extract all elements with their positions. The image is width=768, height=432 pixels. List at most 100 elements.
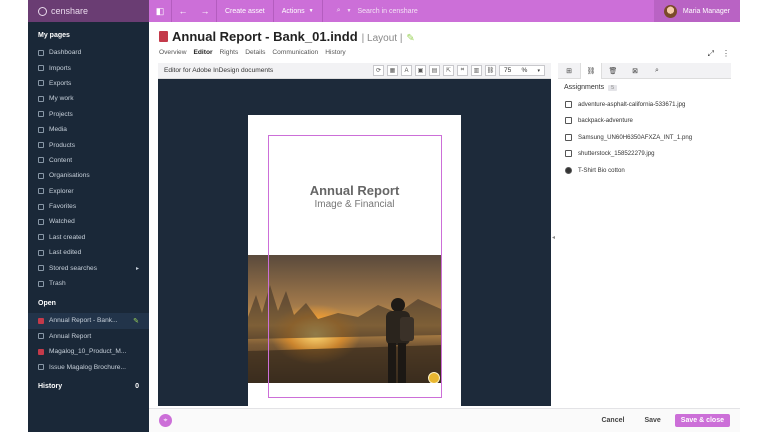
document-header: Annual Report - Bank_01.indd | Layout | … bbox=[159, 29, 415, 44]
edit-pencil-icon[interactable]: ✎ bbox=[406, 33, 414, 44]
more-options-icon[interactable]: ⋮ bbox=[722, 49, 730, 59]
zoom-select[interactable]: 75 % ▾ bbox=[499, 65, 545, 76]
tab-editor[interactable]: Editor bbox=[193, 49, 212, 56]
image-fit-icon[interactable]: ▤ bbox=[429, 65, 440, 76]
sidebar: My pages Dashboard Imports Exports My work P… bbox=[28, 22, 149, 432]
transform-icon[interactable]: ⇱ bbox=[443, 65, 454, 76]
sidebar-item[interactable]: Trash bbox=[28, 276, 149, 291]
sidebar-item-label: Products bbox=[49, 141, 76, 149]
document-tabs: Overview Editor Rights Details Communication… bbox=[159, 49, 346, 56]
media-icon bbox=[38, 126, 44, 133]
image-frame-icon[interactable]: ▣ bbox=[415, 65, 426, 76]
assignment-item[interactable]: adventure-asphalt-california-533671.jpg bbox=[558, 96, 731, 113]
tab-history[interactable]: History bbox=[325, 49, 346, 56]
zoom-value: 75 bbox=[504, 67, 512, 74]
image-placeholder-icon[interactable]: ⊠ bbox=[624, 63, 646, 79]
chevron-down-icon: ▾ bbox=[537, 67, 540, 74]
sidebar-item-label: Dashboard bbox=[49, 49, 82, 57]
refresh-icon[interactable]: ⟳ bbox=[373, 65, 384, 76]
layout-page[interactable]: Annual Report Image & Financial bbox=[248, 115, 461, 418]
grid-icon[interactable]: ▦ bbox=[387, 65, 398, 76]
assignments-heading: Assignments bbox=[564, 84, 605, 91]
actions-label: Actions bbox=[281, 7, 305, 15]
search-field[interactable]: ⌕ ▼ Search in censhare bbox=[323, 0, 613, 22]
footer-actions: Cancel Save Save & close bbox=[595, 414, 740, 427]
indesign-document-icon bbox=[159, 31, 168, 42]
save-and-close-button[interactable]: Save & close bbox=[674, 414, 730, 427]
sidebar-item[interactable]: Explorer bbox=[28, 184, 149, 199]
sidebar-item[interactable]: Products bbox=[28, 137, 149, 152]
search-icon: ⌕ bbox=[336, 7, 341, 14]
sidebar-item[interactable]: Exports bbox=[28, 76, 149, 91]
editor-tools: ⟳ ▦ A ▣ ▤ ⇱ ⌗ ▥ ⛓ 75 % ▾ bbox=[373, 65, 551, 76]
sidebar-item[interactable]: Favorites bbox=[28, 199, 149, 214]
sidebar-item-label: Stored searches bbox=[49, 264, 98, 272]
caret-down-icon: ▼ bbox=[308, 8, 314, 14]
zoom-unit: % bbox=[521, 67, 528, 74]
link-icon[interactable]: ⛓ bbox=[485, 65, 496, 76]
sidebar-item[interactable]: Last edited bbox=[28, 245, 149, 260]
structure-icon[interactable]: ⊞ bbox=[558, 63, 580, 79]
sidebar-item[interactable]: Watched bbox=[28, 214, 149, 229]
sidebar-item[interactable]: Organisations bbox=[28, 168, 149, 183]
sidebar-item[interactable]: Media bbox=[28, 122, 149, 137]
assignment-item[interactable]: shutterstock_158522279.jpg bbox=[558, 146, 731, 163]
sidebar-item[interactable]: Dashboard bbox=[28, 45, 149, 60]
create-asset-button[interactable]: Create asset bbox=[217, 0, 273, 22]
assignment-item[interactable]: T-Shirt Bio cotton bbox=[558, 162, 731, 179]
expand-icon[interactable]: ⤢ bbox=[708, 49, 714, 59]
sidebar-item[interactable]: Stored searches ▸ bbox=[28, 260, 149, 275]
sidebar-item[interactable]: Imports bbox=[28, 60, 149, 75]
document-title: Annual Report - Bank_01.indd bbox=[172, 29, 358, 44]
clock-icon bbox=[38, 249, 44, 256]
pin-icon[interactable]: ⌖ bbox=[159, 414, 172, 427]
search-icon bbox=[38, 265, 44, 272]
search-icon[interactable]: ⌕ bbox=[646, 63, 668, 79]
logo-ring-icon bbox=[38, 6, 47, 16]
open-document-item[interactable]: Magalog_10_Product_M... bbox=[28, 344, 149, 359]
trash-icon[interactable]: 🗑 bbox=[602, 63, 624, 79]
my-pages-heading: My pages bbox=[38, 32, 70, 39]
assignments-link-icon[interactable]: ⛓ bbox=[580, 63, 602, 79]
image-icon bbox=[565, 150, 572, 158]
favorites-icon bbox=[38, 203, 44, 210]
tab-communication[interactable]: Communication bbox=[272, 49, 318, 56]
actions-menu-button[interactable]: Actions ▼ bbox=[274, 0, 322, 22]
explorer-icon bbox=[38, 188, 44, 195]
panel-splitter-handle[interactable]: ◂ bbox=[552, 234, 555, 241]
user-menu[interactable]: Maria Manager bbox=[653, 0, 740, 22]
edit-pencil-icon: ✎ bbox=[133, 317, 139, 325]
open-document-item[interactable]: Annual Report bbox=[28, 329, 149, 344]
sidebar-item[interactable]: Content bbox=[28, 153, 149, 168]
open-heading: Open bbox=[38, 300, 56, 308]
text-frame-outline bbox=[268, 135, 442, 398]
sidebar-nav: Dashboard Imports Exports My work Projects Me… bbox=[28, 45, 149, 291]
sidebar-toggle-icon[interactable]: ◧ bbox=[149, 0, 171, 22]
history-heading: History bbox=[38, 382, 63, 390]
sidebar-item[interactable]: Last created bbox=[28, 230, 149, 245]
sidebar-item-label: Watched bbox=[49, 218, 75, 226]
sidebar-item[interactable]: Projects bbox=[28, 107, 149, 122]
history-row[interactable]: History 0 bbox=[28, 375, 149, 398]
assignment-item[interactable]: Samsung_UN60H6350AFXZA_INT_1.png bbox=[558, 129, 731, 146]
sidebar-item[interactable]: My work bbox=[28, 91, 149, 106]
history-count: 0 bbox=[135, 382, 139, 390]
assignment-item[interactable]: backpack-adventure bbox=[558, 113, 731, 130]
tab-details[interactable]: Details bbox=[245, 49, 265, 56]
text-icon[interactable]: A bbox=[401, 65, 412, 76]
projects-icon bbox=[38, 111, 44, 118]
save-button[interactable]: Save bbox=[638, 414, 666, 427]
preview-icon[interactable]: ▥ bbox=[471, 65, 482, 76]
open-document-item[interactable]: Annual Report - Bank... ✎ bbox=[28, 313, 149, 329]
assignments-count: 5 bbox=[608, 84, 618, 91]
back-arrow-icon[interactable]: ← bbox=[172, 0, 194, 22]
tab-rights[interactable]: Rights bbox=[220, 49, 239, 56]
cancel-button[interactable]: Cancel bbox=[595, 414, 630, 427]
logo[interactable]: censhare bbox=[28, 0, 149, 22]
open-document-label: Magalog_10_Product_M... bbox=[49, 348, 127, 356]
crop-icon[interactable]: ⌗ bbox=[457, 65, 468, 76]
forward-arrow-icon[interactable]: → bbox=[194, 0, 216, 22]
document-icon bbox=[38, 364, 44, 371]
open-document-item[interactable]: Issue Magalog Brochure... bbox=[28, 359, 149, 374]
tab-overview[interactable]: Overview bbox=[159, 49, 186, 56]
